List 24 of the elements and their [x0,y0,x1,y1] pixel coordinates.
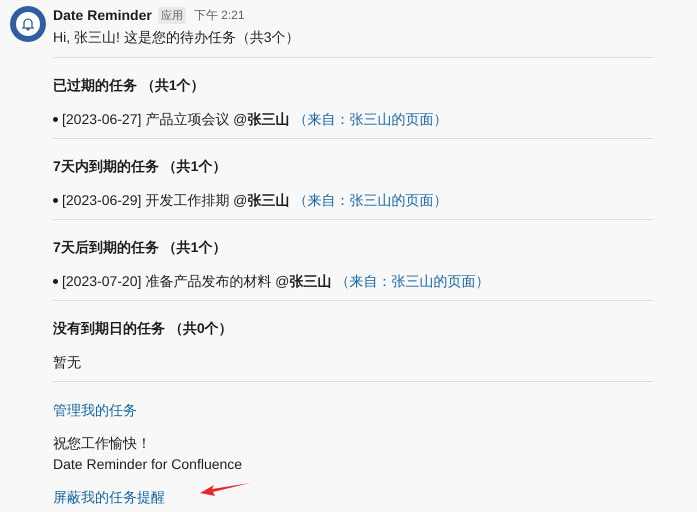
signature-text: Date Reminder for Confluence [53,455,242,474]
message-time: 下午 2:21 [194,6,245,24]
greeting-text: Hi, 张三山! 这是您的待办任务（共3个） [53,28,301,47]
section-title: 已过期的任务 （共1个） [53,76,206,95]
bullet-icon [53,278,58,284]
section-title: 没有到期日的任务 （共0个） [53,319,234,338]
manage-tasks-link[interactable]: 管理我的任务 [53,400,137,420]
empty-text: 暂无 [53,353,82,372]
app-badge: 应用 [158,6,186,24]
closing-text: 祝您工作愉快！ [53,434,151,453]
task-text: [2023-07-20] 准备产品发布的材料 @张三山 [62,272,332,291]
task-text: [2023-06-27] 产品立项会议 @张三山 [62,110,290,129]
section-title: 7天后到期的任务 （共1个） [53,238,228,257]
bullet-icon [53,116,58,122]
mute-reminders-link[interactable]: 屏蔽我的任务提醒 [53,487,165,507]
bullet-icon [53,198,58,202]
task-text: [2023-06-29] 开发工作排期 @张三山 [62,191,290,210]
source-page-link[interactable]: （来自：张三山的页面） [293,109,448,129]
source-page-link[interactable]: （来自：张三山的页面） [335,271,490,291]
section-title: 7天内到期的任务 （共1个） [53,157,228,176]
sender-name[interactable]: Date Reminder [53,7,152,23]
source-page-link[interactable]: （来自：张三山的页面） [293,190,448,210]
bell-avatar-icon [10,6,46,42]
annotation-arrow-icon [200,483,250,497]
